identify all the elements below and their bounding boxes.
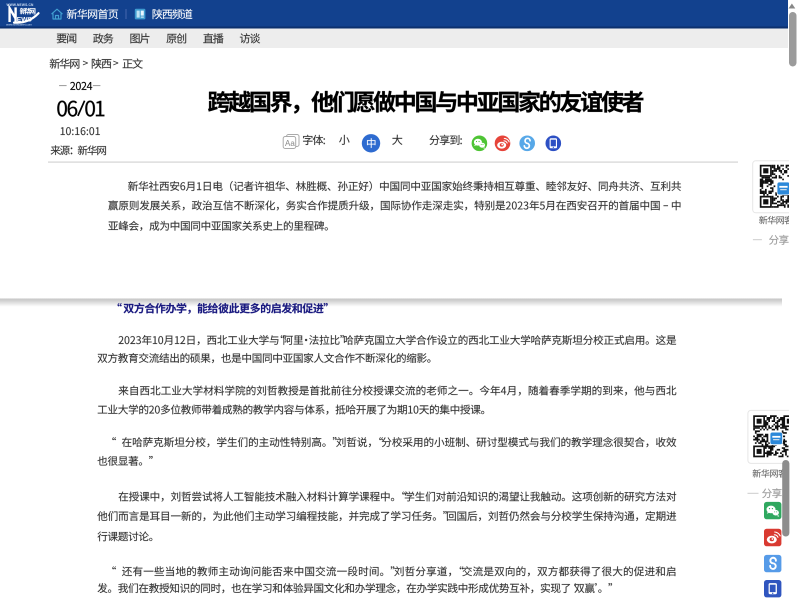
svg-text:www.xinhuanet.com: www.xinhuanet.com <box>6 23 32 27</box>
svg-text:WWW.NEWS.CN: WWW.NEWS.CN <box>7 3 34 7</box>
svg-text:Aa: Aa <box>285 139 295 148</box>
